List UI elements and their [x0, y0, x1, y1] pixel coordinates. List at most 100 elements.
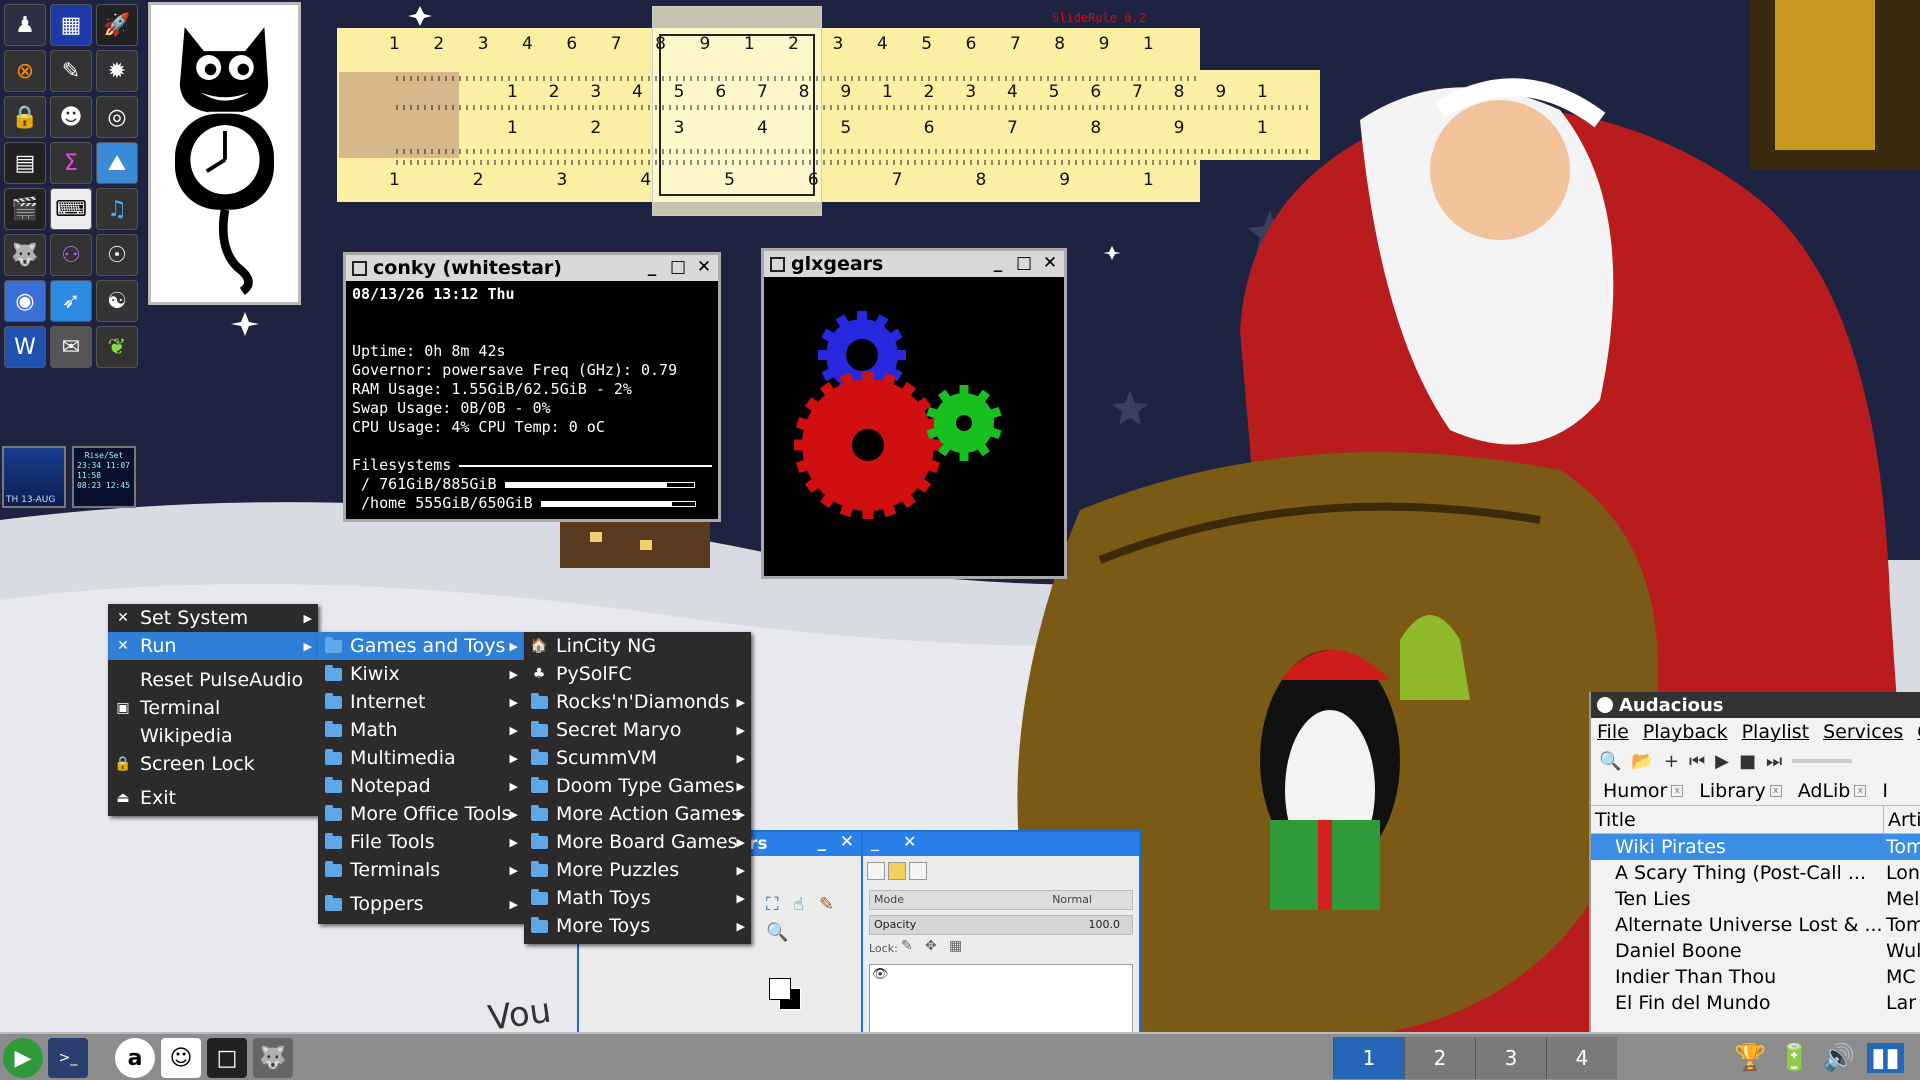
network-icon[interactable]: ▮▮ — [1867, 1043, 1904, 1073]
menu-item-exit[interactable]: ⏏ Exit — [108, 784, 318, 812]
browser-compass-icon[interactable]: ➶ — [50, 280, 92, 322]
glxgears-titlebar[interactable]: glxgears _ □ ✕ — [764, 251, 1064, 277]
gimp-taskbar-icon[interactable]: 🐺 — [253, 1038, 293, 1078]
moon-phase-widget[interactable]: TH 13-AUG — [2, 446, 66, 508]
games-and-toys-submenu[interactable]: 🏠 LinCity NG ♣ PySolFC Rocks'n'Diamonds ▶ Secr… — [524, 632, 751, 944]
playlist-row[interactable]: Daniel Boone Wul — [1591, 938, 1920, 964]
layer-list[interactable]: 👁 — [869, 964, 1133, 1033]
conky-titlebar[interactable]: conky (whitestar) _ □ ✕ — [346, 255, 718, 281]
rise-set-widget[interactable]: Rise/Set 23:34 11:07 11:58 08:23 12:45 — [72, 446, 136, 508]
menu-item-multimedia[interactable]: Multimedia ▶ — [318, 744, 524, 772]
menu-file[interactable]: File — [1597, 721, 1629, 743]
gimp-icon[interactable]: 🐺 — [4, 234, 46, 276]
menu-item-lincity-ng[interactable]: 🏠 LinCity NG — [524, 632, 751, 660]
menu-playback[interactable]: Playback — [1643, 721, 1728, 743]
playlist-row[interactable]: Wiki Pirates Tom — [1591, 834, 1920, 860]
minimize-icon[interactable]: _ — [988, 253, 1008, 273]
minimize-icon[interactable]: _ — [818, 832, 827, 852]
close-tab-icon[interactable]: x — [1769, 785, 1782, 797]
minimize-icon[interactable]: _ — [871, 832, 879, 851]
root-menu[interactable]: ✕ Set System ▶ ✕ Run ▶ Reset PulseAudio ▣ Termin… — [108, 604, 318, 816]
kitcat-clock-widget[interactable] — [148, 2, 301, 305]
battery-icon[interactable]: 🔋 — [1778, 1043, 1810, 1073]
gimp-bg-color-swatch[interactable] — [769, 978, 791, 1000]
audacious-taskbar-icon[interactable]: a — [115, 1038, 155, 1078]
close-icon[interactable]: ✕ — [903, 832, 916, 851]
terminal-app-icon[interactable]: ⌨ — [50, 188, 92, 230]
playlist-row[interactable]: A Scary Thing (Post-Call ... Lon — [1591, 860, 1920, 886]
tor-browser-icon[interactable]: ⚇ — [50, 234, 92, 276]
desktop-3[interactable]: 3 — [1475, 1037, 1546, 1079]
chess-icon[interactable]: ♟ — [4, 4, 46, 46]
trophy-icon[interactable]: 🏆 — [1734, 1043, 1766, 1073]
close-icon[interactable]: ✕ — [694, 257, 714, 277]
menu-item-run[interactable]: ✕ Run ▶ — [108, 632, 318, 660]
desktop-4[interactable]: 4 — [1546, 1037, 1617, 1079]
menu-item-secret-maryo[interactable]: Secret Maryo ▶ — [524, 716, 751, 744]
gimp-tool-pencil-icon[interactable]: ✎ — [819, 894, 834, 915]
channels-tab-icon[interactable] — [888, 862, 906, 880]
lifebuoy-icon[interactable]: ⊗ — [4, 50, 46, 92]
menu-item-terminal[interactable]: ▣ Terminal — [108, 694, 318, 722]
play-icon[interactable]: ▶ — [1715, 751, 1729, 772]
owl-icon[interactable]: ☉ — [96, 234, 138, 276]
minimize-icon[interactable]: _ — [642, 257, 662, 277]
playlist-row[interactable]: Indier Than Thou MC — [1591, 964, 1920, 990]
layer-visibility-eye-icon[interactable]: 👁 — [872, 967, 892, 987]
menu-item-terminals[interactable]: Terminals ▶ — [318, 856, 524, 884]
layer-lock-alpha-icon[interactable]: ▦ — [949, 938, 962, 954]
playlist-row[interactable]: Ten Lies Mel — [1591, 886, 1920, 912]
layer-lock-position-icon[interactable]: ✥ — [925, 938, 937, 954]
image-viewer-icon[interactable]: ⛰ — [96, 142, 138, 184]
music-icon[interactable]: ♫ — [96, 188, 138, 230]
menu-item-internet[interactable]: Internet ▶ — [318, 688, 524, 716]
tux-game-icon[interactable]: ✹ — [96, 50, 138, 92]
word-processor-icon[interactable]: W — [4, 326, 46, 368]
layer-lock-pixels-icon[interactable]: ✎ — [901, 938, 913, 954]
conky-window[interactable]: conky (whitestar) _ □ ✕ 08/13/26 13:12 T… — [343, 252, 721, 522]
menu-item-more-office-tools[interactable]: More Office Tools ▶ — [318, 800, 524, 828]
menu-item-kiwix[interactable]: Kiwix ▶ — [318, 660, 524, 688]
menu-item-more-toys[interactable]: More Toys ▶ — [524, 912, 751, 940]
menu-item-reset-pulseaudio[interactable]: Reset PulseAudio — [108, 666, 318, 694]
user-icon[interactable]: ☻ — [50, 96, 92, 138]
gimp-layers-titlebar[interactable]: _ ✕ — [863, 832, 1139, 856]
menu-item-more-action-games[interactable]: More Action Games ▶ — [524, 800, 751, 828]
maximize-icon[interactable]: □ — [1014, 253, 1034, 273]
mail-icon[interactable]: ✉ — [50, 326, 92, 368]
next-icon[interactable]: ⏭ — [1766, 751, 1782, 772]
file-manager-icon[interactable]: ▦ — [50, 4, 92, 46]
tab-library[interactable]: Library x — [1699, 780, 1782, 802]
tab-adlib[interactable]: AdLib x — [1798, 780, 1867, 802]
menu-item-scummvm[interactable]: ScummVM ▶ — [524, 744, 751, 772]
pen-tool-icon[interactable]: ✎ — [50, 50, 92, 92]
layer-opacity-slider[interactable]: Opacity 100.0 — [869, 915, 1133, 935]
menu-item-more-board-games[interactable]: More Board Games ▶ — [524, 828, 751, 856]
volume-icon[interactable]: 🔊 — [1823, 1043, 1855, 1073]
kitcat-taskbar-icon[interactable]: ☺ — [161, 1038, 201, 1078]
close-tab-icon[interactable]: x — [1854, 785, 1867, 797]
menu-services[interactable]: Services — [1823, 721, 1903, 743]
video-editor-icon[interactable]: 🎬 — [4, 188, 46, 230]
audacious-window[interactable]: Audacious File Playback Playlist Service… — [1589, 692, 1920, 1032]
window-menu-icon[interactable] — [352, 260, 367, 276]
stop-icon[interactable]: ■ — [1739, 751, 1756, 772]
menu-item-wikipedia[interactable]: Wikipedia — [108, 722, 318, 750]
glxgears-window[interactable]: glxgears _ □ ✕ — [761, 248, 1067, 579]
close-icon[interactable]: ✕ — [1040, 253, 1060, 273]
layer-mode-select[interactable]: Mode Normal — [869, 890, 1133, 910]
menu-item-math-toys[interactable]: Math Toys ▶ — [524, 884, 751, 912]
layers-tab-icon[interactable] — [867, 862, 885, 880]
disk-usage-icon[interactable]: ◎ — [96, 96, 138, 138]
menu-item-screen-lock[interactable]: 🔒 Screen Lock — [108, 750, 318, 778]
column-title[interactable]: Title — [1591, 806, 1884, 833]
start-menu-play-icon[interactable]: ▶ — [3, 1038, 43, 1078]
close-tab-icon[interactable]: x — [1671, 785, 1684, 797]
desktop-2[interactable]: 2 — [1404, 1037, 1475, 1079]
tab-more[interactable]: I — [1882, 780, 1888, 802]
search-icon[interactable]: 🔍 — [1599, 751, 1621, 772]
gimp-tool-smudge-icon[interactable]: ☝ — [793, 894, 804, 915]
menu-item-notepad[interactable]: Notepad ▶ — [318, 772, 524, 800]
close-icon[interactable]: ✕ — [840, 832, 854, 852]
maximize-icon[interactable]: □ — [668, 257, 688, 277]
